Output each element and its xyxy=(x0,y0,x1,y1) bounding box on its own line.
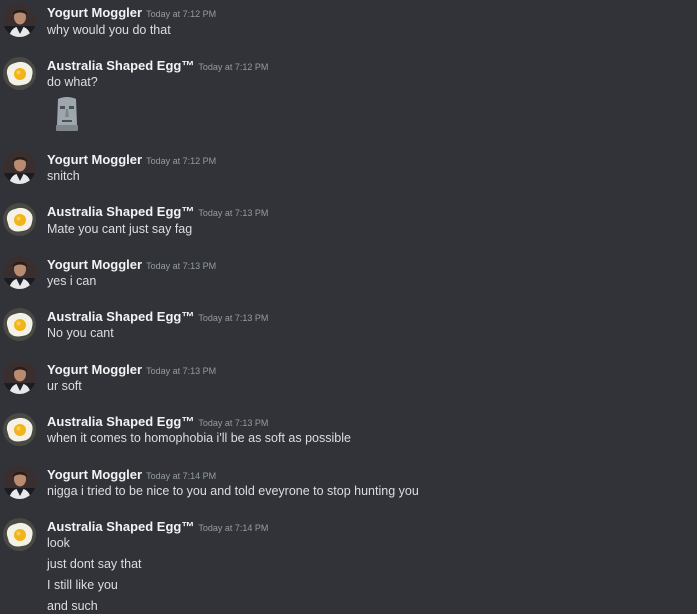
fried-egg-avatar[interactable] xyxy=(3,57,36,90)
man-portrait-avatar[interactable] xyxy=(3,361,36,394)
timestamp: Today at 7:13 PM xyxy=(198,313,269,323)
username[interactable]: Yogurt Moggler xyxy=(47,467,142,482)
username[interactable]: Yogurt Moggler xyxy=(47,152,142,167)
fried-egg-avatar[interactable] xyxy=(3,518,36,551)
message-text: look xyxy=(47,536,70,550)
message-header: Australia Shaped Egg™ Today at 7:13 PM xyxy=(47,413,268,431)
message-text: when it comes to homophobia i'll be as s… xyxy=(47,431,351,445)
message-text: snitch xyxy=(47,169,80,183)
message-text: why would you do that xyxy=(47,23,171,37)
message-text: yes i can xyxy=(47,274,97,288)
message-header: Yogurt Moggler Today at 7:13 PM xyxy=(47,256,216,274)
username[interactable]: Australia Shaped Egg™ xyxy=(47,414,194,429)
message-header: Yogurt Moggler Today at 7:12 PM xyxy=(47,4,216,22)
timestamp: Today at 7:12 PM xyxy=(146,156,217,166)
username[interactable]: Australia Shaped Egg™ xyxy=(47,519,194,534)
chat-message-list: Yogurt Moggler Today at 7:12 PM why would… xyxy=(0,0,697,614)
fried-egg-avatar[interactable] xyxy=(3,203,36,236)
message-text: nigga i tried to be nice to you and told… xyxy=(47,484,419,498)
timestamp: Today at 7:12 PM xyxy=(198,62,269,72)
message-header: Australia Shaped Egg™ Today at 7:12 PM xyxy=(47,57,268,75)
message-text: No you cant xyxy=(47,326,114,340)
timestamp: Today at 7:14 PM xyxy=(146,471,217,481)
message-header: Australia Shaped Egg™ Today at 7:13 PM xyxy=(47,308,268,326)
timestamp: Today at 7:13 PM xyxy=(198,418,269,428)
message-header: Australia Shaped Egg™ Today at 7:14 PM xyxy=(47,518,268,536)
username[interactable]: Australia Shaped Egg™ xyxy=(47,58,194,73)
timestamp: Today at 7:13 PM xyxy=(146,366,217,376)
fried-egg-avatar[interactable] xyxy=(3,308,36,341)
message-text: just dont say that xyxy=(47,557,142,571)
man-portrait-avatar[interactable] xyxy=(3,151,36,184)
message-header: Yogurt Moggler Today at 7:13 PM xyxy=(47,361,216,379)
message-text: do what? xyxy=(47,75,98,89)
message-text: ur soft xyxy=(47,379,82,393)
message-text: Mate you cant just say fag xyxy=(47,222,193,236)
message-header: Yogurt Moggler Today at 7:12 PM xyxy=(47,151,216,169)
moai-emoji[interactable] xyxy=(50,95,84,133)
username[interactable]: Yogurt Moggler xyxy=(47,5,142,20)
timestamp: Today at 7:13 PM xyxy=(198,208,269,218)
message-header: Yogurt Moggler Today at 7:14 PM xyxy=(47,466,216,484)
username[interactable]: Yogurt Moggler xyxy=(47,362,142,377)
message-header: Australia Shaped Egg™ Today at 7:13 PM xyxy=(47,203,268,221)
username[interactable]: Yogurt Moggler xyxy=(47,257,142,272)
man-portrait-avatar[interactable] xyxy=(3,466,36,499)
man-portrait-avatar[interactable] xyxy=(3,4,36,37)
man-portrait-avatar[interactable] xyxy=(3,256,36,289)
message-text: and such xyxy=(47,599,98,613)
timestamp: Today at 7:13 PM xyxy=(146,261,217,271)
timestamp: Today at 7:12 PM xyxy=(146,9,217,19)
username[interactable]: Australia Shaped Egg™ xyxy=(47,309,194,324)
fried-egg-avatar[interactable] xyxy=(3,413,36,446)
message-text: I still like you xyxy=(47,578,118,592)
username[interactable]: Australia Shaped Egg™ xyxy=(47,204,194,219)
timestamp: Today at 7:14 PM xyxy=(198,523,269,533)
